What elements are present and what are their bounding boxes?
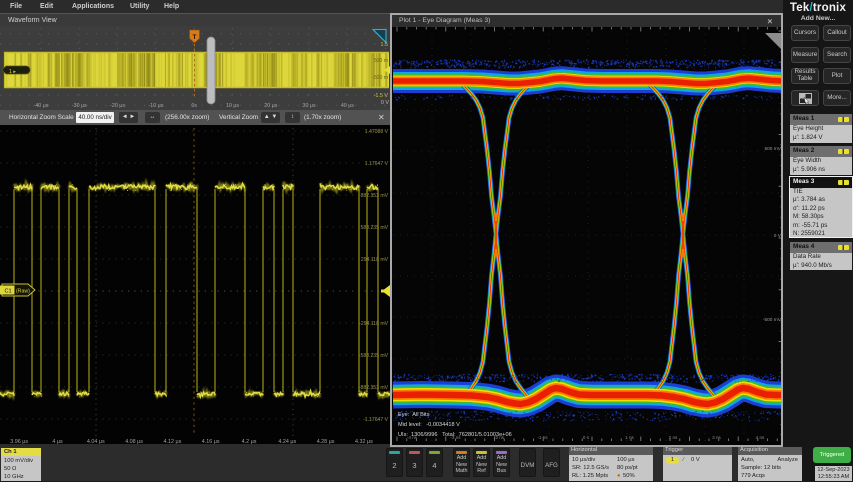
svg-text:10 μs: 10 μs (226, 103, 239, 109)
svg-text:4.24 μs: 4.24 μs (278, 439, 296, 444)
svg-text:-1 ns: -1 ns (537, 435, 548, 440)
svg-text:4.2 μs: 4.2 μs (242, 439, 257, 444)
svg-text:4.04 μs: 4.04 μs (87, 439, 105, 444)
svg-text:500 mV: 500 mV (764, 146, 781, 152)
svg-text:4.08 μs: 4.08 μs (125, 439, 143, 444)
svg-text:500 m: 500 m (374, 58, 388, 64)
svg-text:-1.17647 V: -1.17647 V (363, 417, 389, 423)
svg-text:4.32 μs: 4.32 μs (355, 439, 373, 444)
svg-text:T: T (193, 34, 197, 41)
svg-text:0 V: 0 V (381, 100, 389, 106)
svg-text:-40 μs: -40 μs (34, 103, 49, 109)
svg-text:1 ns: 1 ns (625, 435, 634, 440)
svg-text:4 ns: 4 ns (756, 435, 765, 440)
svg-text:1.47088 V: 1.47088 V (365, 129, 389, 135)
svg-text:-294.118 mV: -294.118 mV (359, 321, 388, 327)
svg-text:UIs: 1306/9996 Total: 7628: UIs: 1306/9996 Total: 762801/5.01003e+06 (398, 432, 512, 438)
svg-text:-20 μs: -20 μs (110, 103, 125, 109)
svg-text:-10 μs: -10 μs (148, 103, 163, 109)
svg-text:Mid level: -0.0034418 V: Mid level: -0.0034418 V (398, 422, 460, 428)
svg-text:1 ▸: 1 ▸ (9, 69, 16, 75)
svg-text:4.12 μs: 4.12 μs (164, 439, 182, 444)
svg-text:4.28 μs: 4.28 μs (317, 439, 335, 444)
svg-text:-500 m: -500 m (372, 75, 388, 81)
svg-text:4 μs: 4 μs (52, 439, 63, 444)
svg-text:C1: C1 (5, 289, 12, 295)
svg-text:1.5: 1.5 (381, 42, 389, 48)
svg-text:3.96 μs: 3.96 μs (10, 439, 28, 444)
svg-text:Eye: All Bits: Eye: All Bits (398, 412, 430, 418)
svg-text:(Raw): (Raw) (16, 289, 30, 295)
svg-text:882.353 mV: 882.353 mV (361, 193, 389, 199)
svg-text:3 ns: 3 ns (712, 435, 721, 440)
svg-text:-882.353 mV: -882.353 mV (359, 385, 389, 391)
svg-text:294.118 mV: 294.118 mV (361, 257, 389, 263)
svg-text:-1.5 V: -1.5 V (374, 93, 389, 99)
svg-text:20 μs: 20 μs (264, 103, 277, 109)
svg-text:0 s: 0 s (583, 435, 590, 440)
svg-text:-500 mV: -500 mV (763, 317, 781, 323)
svg-text:-588.235 mV: -588.235 mV (359, 353, 389, 359)
svg-text:0 V: 0 V (774, 233, 781, 239)
svg-text:2 ns: 2 ns (669, 435, 678, 440)
svg-text:0s: 0s (191, 103, 197, 109)
svg-text:40 μs: 40 μs (341, 103, 354, 109)
svg-text:1.17647 V: 1.17647 V (365, 161, 389, 167)
svg-text:588.235 mV: 588.235 mV (361, 225, 389, 231)
svg-text:30 μs: 30 μs (303, 103, 316, 109)
svg-text:4.16 μs: 4.16 μs (202, 439, 220, 444)
svg-text:-30 μs: -30 μs (72, 103, 87, 109)
